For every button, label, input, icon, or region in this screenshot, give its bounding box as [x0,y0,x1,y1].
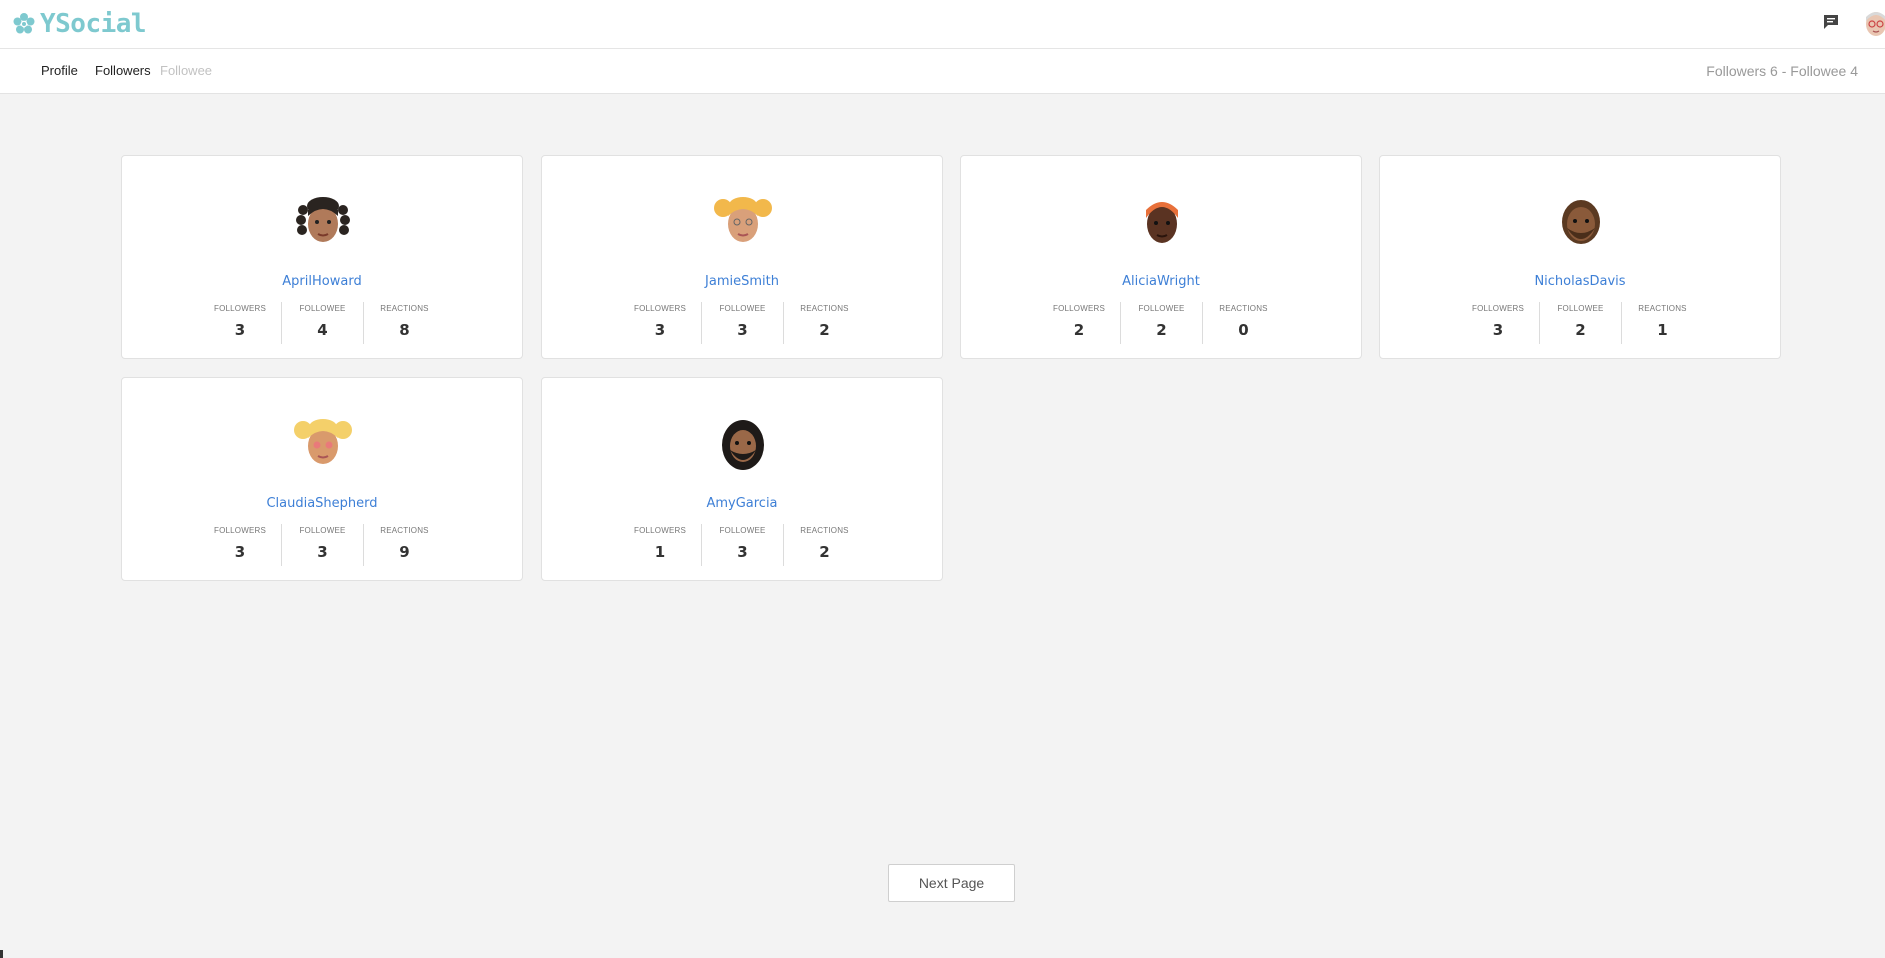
reactions-stat: REACTIONS 9 [363,524,445,566]
followee-stat: FOLLOWEE 3 [701,524,783,566]
user-avatar[interactable] [713,194,773,250]
followers-stat: FOLLOWERS 2 [1038,302,1120,344]
stat-value: 2 [819,543,830,561]
followee-stat: FOLLOWEE 3 [281,524,363,566]
user-name-link[interactable]: AmyGarcia [542,496,942,511]
brand-name: YSocial [40,9,147,39]
stat-value: 3 [737,321,748,339]
stat-value: 3 [317,543,328,561]
stat-label: FOLLOWERS [633,526,687,535]
tab-profile[interactable]: Profile [41,63,78,78]
user-card: AprilHoward FOLLOWERS 3 FOLLOWEE 4 REACT… [121,155,523,359]
stat-label: FOLLOWEE [299,304,346,313]
chat-icon[interactable] [1822,13,1840,31]
user-card: JamieSmith FOLLOWERS 3 FOLLOWEE 3 REACTI… [541,155,943,359]
user-stats: FOLLOWERS 3 FOLLOWEE 2 REACTIONS 1 [1380,302,1780,344]
stat-value: 8 [399,321,410,339]
stat-value: 9 [399,543,410,561]
stat-label: FOLLOWERS [1471,304,1525,313]
stat-label: FOLLOWEE [719,526,766,535]
user-card: AmyGarcia FOLLOWERS 1 FOLLOWEE 3 REACTIO… [541,377,943,581]
user-stats: FOLLOWERS 3 FOLLOWEE 3 REACTIONS 2 [542,302,942,344]
user-avatar[interactable] [1551,194,1611,250]
stat-label: REACTIONS [380,526,429,535]
user-name-link[interactable]: ClaudiaShepherd [122,496,522,511]
user-avatar[interactable] [1865,11,1885,37]
stat-value: 1 [654,543,666,561]
stat-value: 1 [1657,321,1668,339]
follow-counts: Followers 6 - Followee 4 [1706,63,1858,79]
user-name-link[interactable]: AprilHoward [122,274,522,289]
stat-label: FOLLOWEE [299,526,346,535]
user-stats: FOLLOWERS 1 FOLLOWEE 3 REACTIONS 2 [542,524,942,566]
stat-label: FOLLOWEE [1557,304,1604,313]
stat-value: 4 [317,321,328,339]
corner-mark [0,950,3,958]
user-card: ClaudiaShepherd FOLLOWERS 3 FOLLOWEE 3 R… [121,377,523,581]
reactions-stat: REACTIONS 1 [1621,302,1703,344]
user-card: NicholasDavis FOLLOWERS 3 FOLLOWEE 2 REA… [1379,155,1781,359]
followee-stat: FOLLOWEE 3 [701,302,783,344]
user-stats: FOLLOWERS 3 FOLLOWEE 4 REACTIONS 8 [122,302,522,344]
stat-label: REACTIONS [380,304,429,313]
user-stats: FOLLOWERS 2 FOLLOWEE 2 REACTIONS 0 [961,302,1361,344]
stat-label: REACTIONS [1219,304,1268,313]
followee-stat: FOLLOWEE 4 [281,302,363,344]
next-page-button[interactable]: Next Page [888,864,1015,902]
followers-stat: FOLLOWERS 3 [1457,302,1539,344]
followers-stat: FOLLOWERS 3 [199,524,281,566]
stat-label: FOLLOWERS [633,304,687,313]
stat-value: 3 [234,321,246,339]
user-avatar[interactable] [1132,194,1192,250]
stat-value: 3 [234,543,246,561]
user-avatar[interactable] [293,416,353,472]
tab-followee[interactable]: Followee [160,63,212,78]
stat-value: 3 [737,543,748,561]
stat-value: 3 [654,321,666,339]
stat-label: FOLLOWEE [719,304,766,313]
reactions-stat: REACTIONS 8 [363,302,445,344]
brand-logo[interactable]: YSocial [12,8,147,40]
flower-logo-icon [13,13,35,34]
user-stats: FOLLOWERS 3 FOLLOWEE 3 REACTIONS 9 [122,524,522,566]
tab-followers[interactable]: Followers [95,63,151,78]
followers-stat: FOLLOWERS 3 [619,302,701,344]
stat-label: FOLLOWERS [213,304,267,313]
stat-value: 2 [1156,321,1167,339]
reactions-stat: REACTIONS 2 [783,302,865,344]
user-card: AliciaWright FOLLOWERS 2 FOLLOWEE 2 REAC… [960,155,1362,359]
stat-label: FOLLOWEE [1138,304,1185,313]
profile-subnav: Profile Followers Followee Followers 6 -… [0,49,1885,94]
user-avatar[interactable] [713,416,773,472]
stat-label: FOLLOWERS [213,526,267,535]
stat-value: 3 [1492,321,1504,339]
user-avatar[interactable] [293,194,353,250]
stat-value: 0 [1238,321,1249,339]
stat-label: FOLLOWERS [1052,304,1106,313]
stat-label: REACTIONS [1638,304,1687,313]
reactions-stat: REACTIONS 0 [1202,302,1284,344]
stat-label: REACTIONS [800,526,849,535]
user-name-link[interactable]: NicholasDavis [1380,274,1780,289]
followee-stat: FOLLOWEE 2 [1539,302,1621,344]
followers-stat: FOLLOWERS 1 [619,524,701,566]
followee-stat: FOLLOWEE 2 [1120,302,1202,344]
stat-value: 2 [1073,321,1085,339]
stat-value: 2 [819,321,830,339]
followers-stat: FOLLOWERS 3 [199,302,281,344]
user-name-link[interactable]: JamieSmith [542,274,942,289]
user-name-link[interactable]: AliciaWright [961,274,1361,289]
reactions-stat: REACTIONS 2 [783,524,865,566]
top-bar: YSocial [0,0,1885,49]
stat-value: 2 [1575,321,1586,339]
stat-label: REACTIONS [800,304,849,313]
